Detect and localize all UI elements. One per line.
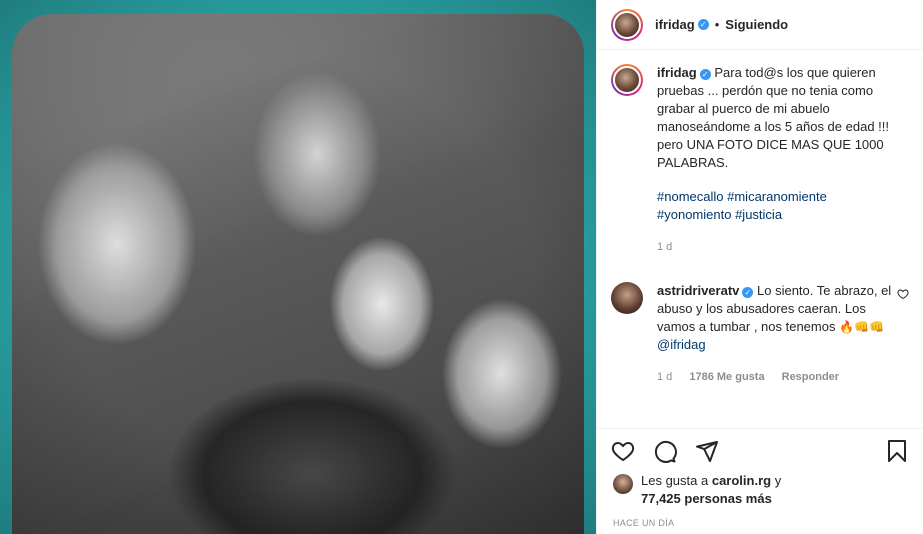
post-photo[interactable]	[0, 0, 596, 534]
like-button[interactable]	[609, 437, 637, 465]
share-icon	[696, 440, 718, 462]
comment-item: astridriveratv ✓ Lo siento. Te abrazo, el…	[611, 282, 909, 386]
liker-avatar[interactable]	[613, 474, 633, 494]
comment-mention[interactable]: @ifridag	[657, 337, 706, 352]
share-button[interactable]	[693, 437, 721, 465]
hashtag-link[interactable]: #nomecallo	[657, 189, 724, 204]
hashtags: #nomecallo #micaranomiente #yonomiento #…	[657, 188, 897, 224]
caption-username[interactable]: ifridag	[657, 65, 697, 80]
post-sidebar: ifridag ✓ • Siguiendo ifridag ✓ Para tod@…	[596, 0, 923, 534]
heart-icon	[611, 441, 635, 461]
likes-summary: Les gusta a carolin.rg y 77,425 personas…	[597, 472, 923, 512]
post-header: ifridag ✓ • Siguiendo	[597, 0, 923, 50]
caption-block: ifridag ✓ Para tod@s los que quieren prue…	[611, 64, 909, 256]
comment-button[interactable]	[651, 437, 679, 465]
comment-meta: 1 d 1786 Me gusta Responder	[657, 368, 897, 386]
post-timestamp[interactable]: HACE UN DÍA	[597, 512, 923, 534]
hashtag-link[interactable]: #justicia	[735, 207, 782, 222]
save-button[interactable]	[883, 437, 911, 465]
comment-icon	[654, 440, 677, 463]
separator-dot: •	[714, 17, 720, 32]
author-avatar[interactable]	[611, 8, 643, 41]
likes-conj: y	[774, 473, 782, 488]
hashtag-link[interactable]: #micaranomiente	[727, 189, 827, 204]
caption-avatar[interactable]	[611, 64, 643, 96]
commenter-avatar[interactable]	[611, 282, 643, 314]
caption-text: Para tod@s los que quieren pruebas ... p…	[657, 65, 889, 170]
verified-badge-icon: ✓	[699, 69, 711, 80]
comment-time[interactable]: 1 d	[657, 371, 672, 383]
likes-prefix: Les gusta a	[641, 473, 709, 488]
comments-section: ifridag ✓ Para tod@s los que quieren prue…	[597, 50, 923, 428]
caption-meta: 1 d	[657, 238, 897, 256]
caption-time[interactable]: 1 d	[657, 241, 672, 253]
author-username[interactable]: ifridag	[655, 17, 695, 32]
verified-badge-icon: ✓	[697, 19, 709, 30]
verified-badge-icon: ✓	[742, 287, 754, 298]
commenter-username[interactable]: astridriveratv	[657, 283, 739, 298]
post-viewer: ifridag ✓ • Siguiendo ifridag ✓ Para tod@…	[0, 0, 923, 534]
comment-like-icon[interactable]	[897, 288, 909, 300]
reply-button[interactable]: Responder	[782, 371, 839, 383]
comment-likes[interactable]: 1786 Me gusta	[689, 371, 764, 383]
photo-content	[12, 14, 584, 534]
liker-username[interactable]: carolin.rg	[712, 473, 771, 488]
likes-count[interactable]: 77,425 personas más	[641, 491, 772, 506]
bookmark-icon	[888, 439, 906, 462]
follow-status-button[interactable]: Siguiendo	[725, 17, 788, 32]
action-bar	[597, 428, 923, 472]
comment-emojis: 🔥👊👊	[839, 320, 884, 334]
hashtag-link[interactable]: #yonomiento	[657, 207, 731, 222]
